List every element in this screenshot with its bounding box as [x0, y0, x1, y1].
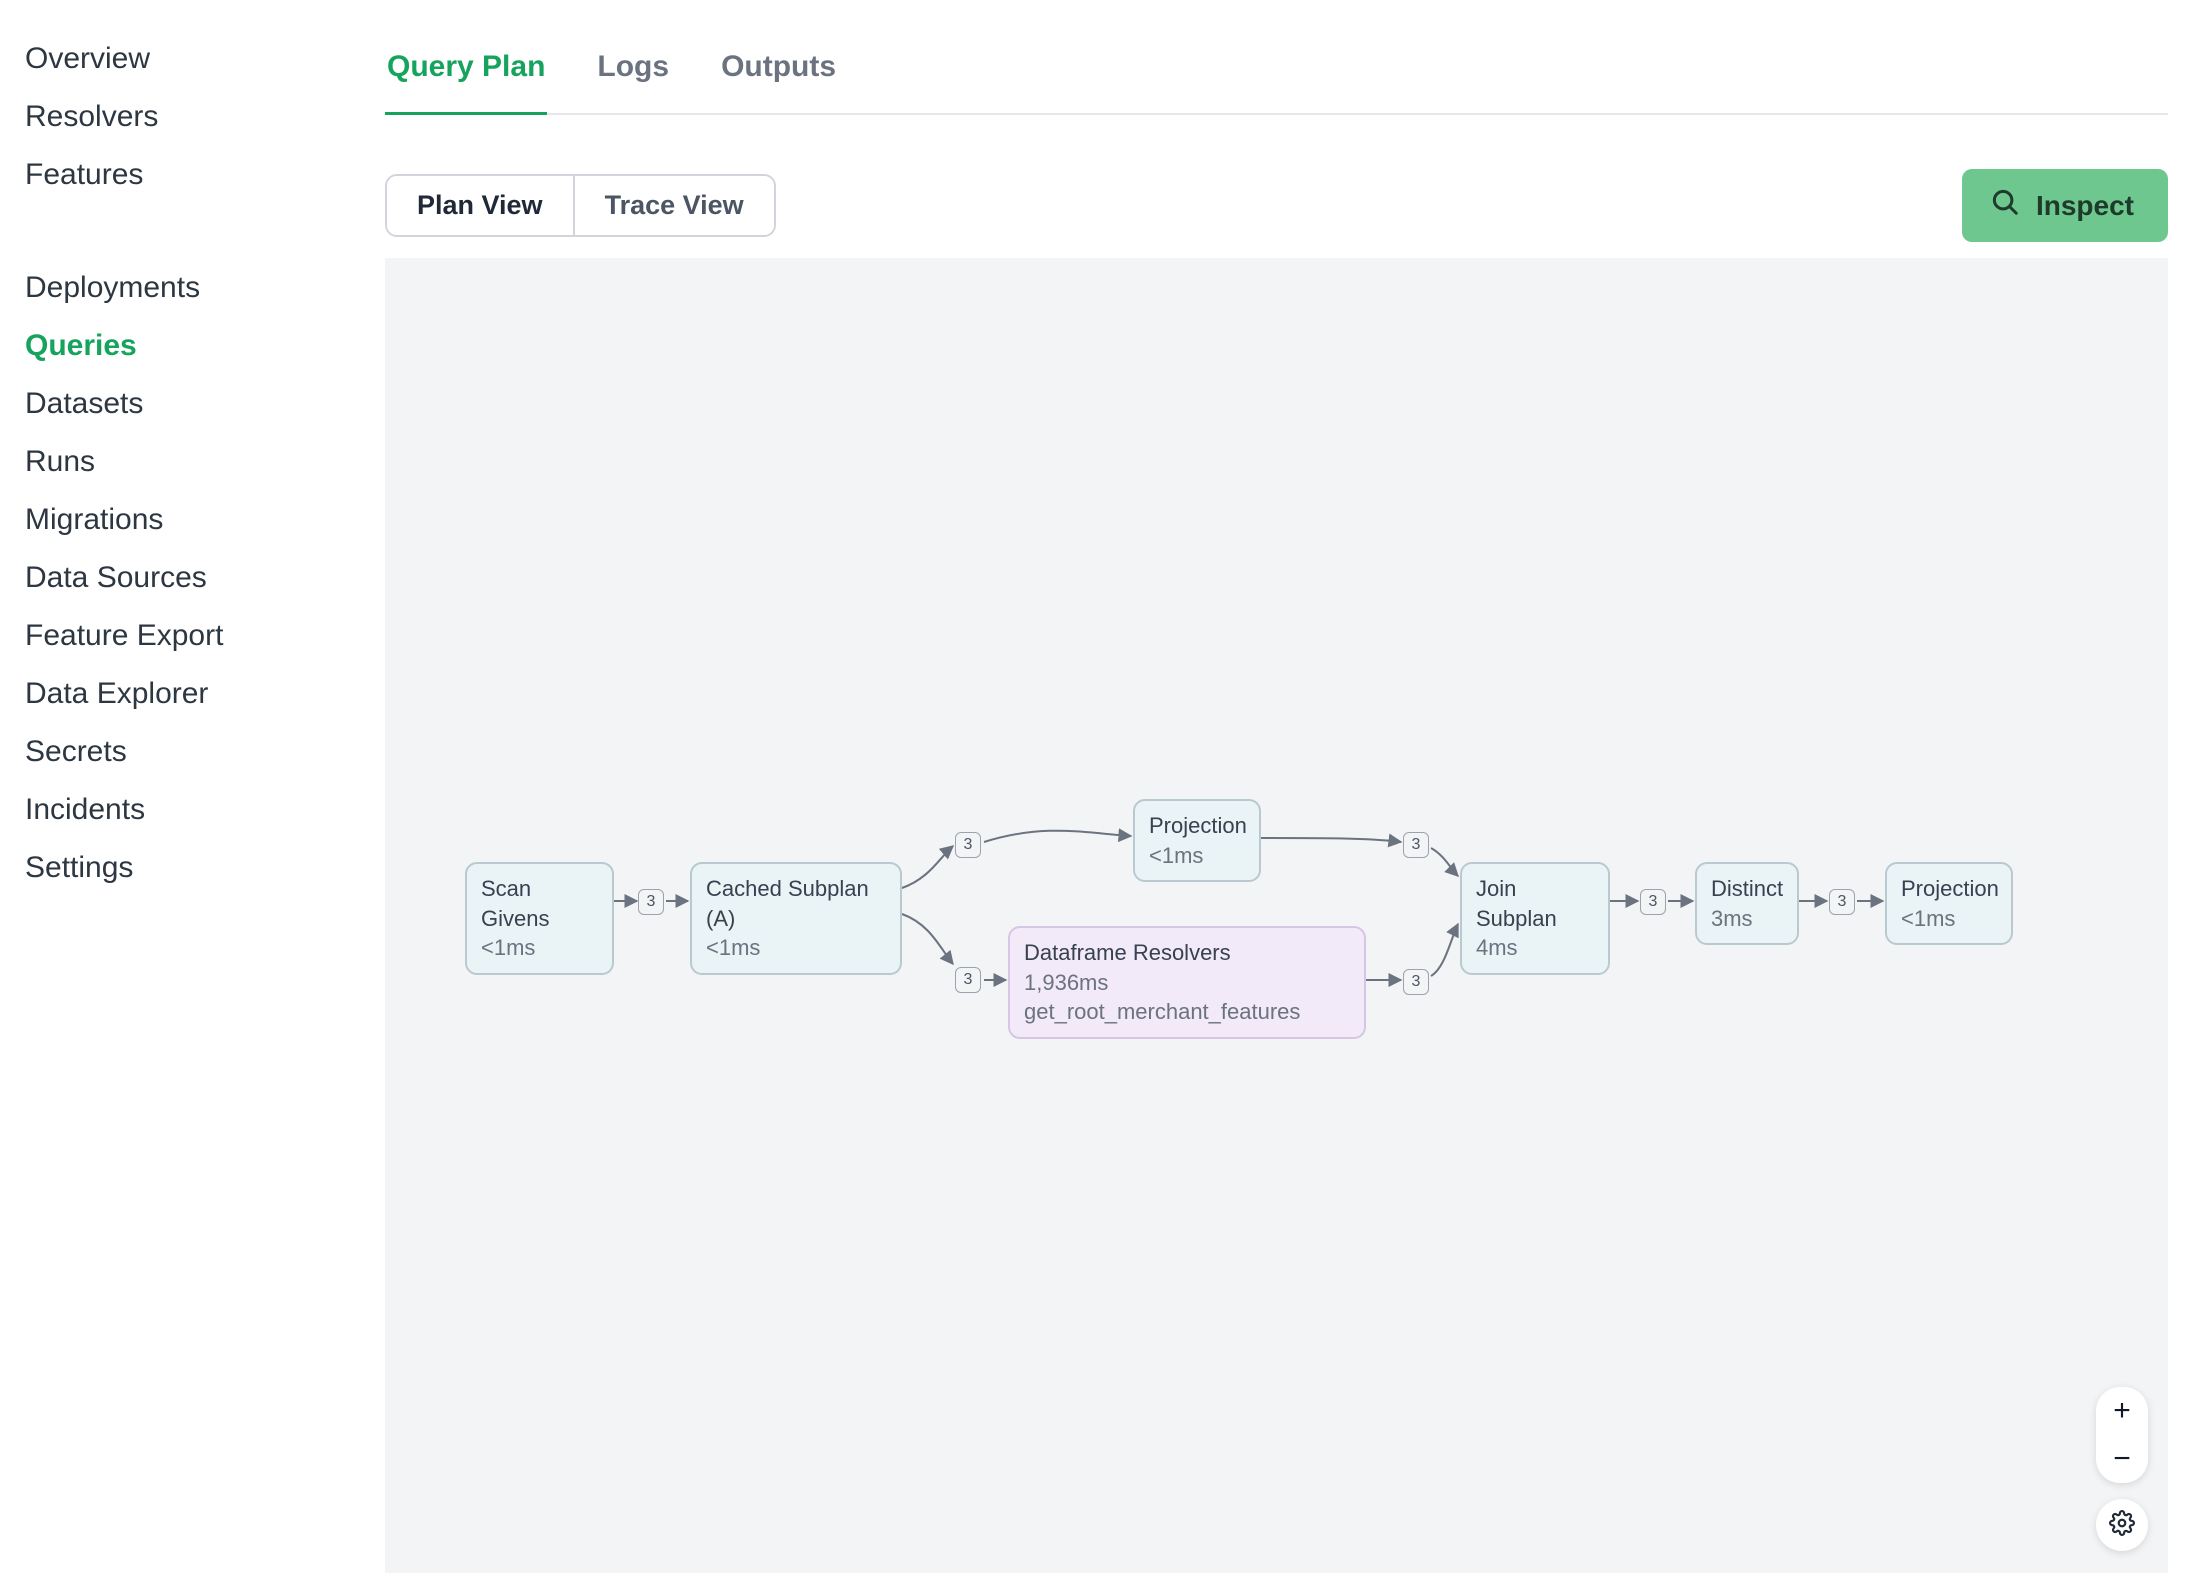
toolbar: Plan View Trace View Inspect	[385, 115, 2178, 258]
inspect-button[interactable]: Inspect	[1962, 169, 2168, 242]
inspect-label: Inspect	[2036, 190, 2134, 222]
sidebar-item-queries[interactable]: Queries	[25, 317, 385, 375]
sidebar-item-feature-export[interactable]: Feature Export	[25, 607, 385, 665]
node-timing: <1ms	[481, 933, 598, 963]
plan-view-button[interactable]: Plan View	[387, 176, 573, 235]
sidebar-item-runs[interactable]: Runs	[25, 433, 385, 491]
node-title: Distinct	[1711, 874, 1783, 904]
node-timing: 1,936ms	[1024, 968, 1350, 998]
minus-icon: −	[2113, 1442, 2131, 1476]
gear-icon	[2109, 1510, 2135, 1541]
sidebar-item-overview[interactable]: Overview	[25, 30, 385, 88]
sidebar: Overview Resolvers Features Deployments …	[0, 0, 385, 1591]
view-switch: Plan View Trace View	[385, 174, 776, 237]
node-title: Projection	[1149, 811, 1245, 841]
node-timing: 3ms	[1711, 904, 1783, 934]
sidebar-item-data-sources[interactable]: Data Sources	[25, 549, 385, 607]
node-title: Projection	[1901, 874, 1997, 904]
trace-view-button[interactable]: Trace View	[573, 176, 774, 235]
edge-count: 3	[1403, 832, 1429, 858]
sidebar-item-deployments[interactable]: Deployments	[25, 259, 385, 317]
plan-node-projection-1[interactable]: Projection <1ms	[1133, 799, 1261, 882]
search-icon	[1990, 187, 2020, 224]
sidebar-group-main: Deployments Queries Datasets Runs Migrat…	[25, 259, 385, 897]
sidebar-item-resolvers[interactable]: Resolvers	[25, 88, 385, 146]
edge-count: 3	[1640, 889, 1666, 915]
node-timing: 4ms	[1476, 933, 1594, 963]
sidebar-item-secrets[interactable]: Secrets	[25, 723, 385, 781]
node-title: Scan Givens	[481, 874, 598, 933]
sidebar-item-datasets[interactable]: Datasets	[25, 375, 385, 433]
edge-count: 3	[955, 832, 981, 858]
node-timing: <1ms	[1901, 904, 1997, 934]
sidebar-item-features[interactable]: Features	[25, 146, 385, 204]
main-content: Query Plan Logs Outputs Plan View Trace …	[385, 0, 2188, 1591]
sidebar-group-top: Overview Resolvers Features	[25, 30, 385, 204]
zoom-in-button[interactable]: +	[2096, 1387, 2148, 1435]
node-timing: <1ms	[706, 933, 886, 963]
plan-canvas[interactable]: Scan Givens <1ms Cached Subplan (A) <1ms…	[385, 258, 2168, 1573]
plus-icon: +	[2113, 1394, 2131, 1428]
node-title: Dataframe Resolvers	[1024, 938, 1350, 968]
canvas-settings-button[interactable]	[2096, 1499, 2148, 1551]
plan-node-distinct[interactable]: Distinct 3ms	[1695, 862, 1799, 945]
zoom-out-button[interactable]: −	[2096, 1435, 2148, 1483]
edge-count: 3	[1829, 889, 1855, 915]
tabs: Query Plan Logs Outputs	[385, 40, 2168, 115]
edge-count: 3	[1403, 969, 1429, 995]
sidebar-item-incidents[interactable]: Incidents	[25, 781, 385, 839]
plan-node-cached-subplan[interactable]: Cached Subplan (A) <1ms	[690, 862, 902, 975]
node-resolver-name: get_root_merchant_features	[1024, 997, 1350, 1027]
edge-count: 3	[638, 889, 664, 915]
plan-node-scan-givens[interactable]: Scan Givens <1ms	[465, 862, 614, 975]
node-timing: <1ms	[1149, 841, 1245, 871]
edge-count: 3	[955, 967, 981, 993]
tab-logs[interactable]: Logs	[595, 40, 671, 115]
sidebar-item-data-explorer[interactable]: Data Explorer	[25, 665, 385, 723]
tab-query-plan[interactable]: Query Plan	[385, 40, 547, 115]
sidebar-item-migrations[interactable]: Migrations	[25, 491, 385, 549]
sidebar-item-settings[interactable]: Settings	[25, 839, 385, 897]
tab-outputs[interactable]: Outputs	[719, 40, 838, 115]
plan-node-join-subplan[interactable]: Join Subplan 4ms	[1460, 862, 1610, 975]
canvas-controls: + −	[2096, 1387, 2148, 1551]
zoom-controls: + −	[2096, 1387, 2148, 1483]
node-title: Cached Subplan (A)	[706, 874, 886, 933]
plan-node-projection-2[interactable]: Projection <1ms	[1885, 862, 2013, 945]
plan-node-dataframe-resolvers[interactable]: Dataframe Resolvers 1,936ms get_root_mer…	[1008, 926, 1366, 1039]
node-title: Join Subplan	[1476, 874, 1594, 933]
